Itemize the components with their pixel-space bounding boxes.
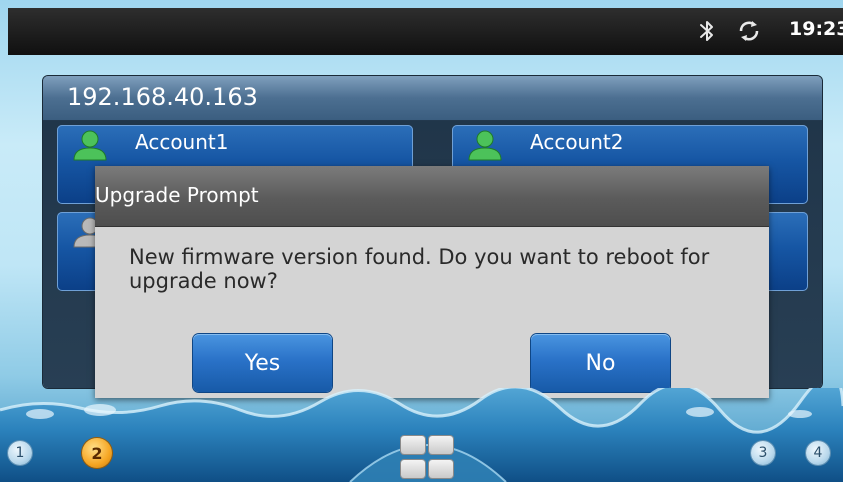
server-address: 192.168.40.163 bbox=[67, 83, 258, 111]
page-indicator-3[interactable]: 3 bbox=[751, 441, 775, 465]
upgrade-dialog: Upgrade Prompt New firmware version foun… bbox=[95, 166, 769, 398]
person-icon bbox=[73, 130, 107, 161]
person-icon bbox=[468, 130, 502, 161]
status-clock: 19:23 bbox=[789, 18, 843, 40]
no-button[interactable]: No bbox=[531, 334, 670, 392]
dialog-body: New firmware version found. Do you want … bbox=[95, 227, 769, 398]
yes-button[interactable]: Yes bbox=[193, 334, 332, 392]
page-indicator-1[interactable]: 1 bbox=[8, 441, 32, 465]
account-label: Account2 bbox=[530, 130, 624, 154]
dialog-titlebar: Upgrade Prompt bbox=[95, 166, 769, 227]
phone-screen: 19:23 192.168.40.163 Account1 Account2 U… bbox=[0, 0, 843, 482]
sync-icon bbox=[739, 21, 759, 41]
status-bar: 19:23 bbox=[8, 8, 843, 55]
account-label: Account1 bbox=[135, 130, 229, 154]
dialog-title: Upgrade Prompt bbox=[95, 183, 259, 207]
app-grid-icon[interactable] bbox=[399, 434, 457, 482]
panel-header: 192.168.40.163 bbox=[43, 76, 822, 121]
bluetooth-icon bbox=[700, 21, 713, 41]
page-indicator-4[interactable]: 4 bbox=[806, 441, 830, 465]
dialog-message: New firmware version found. Do you want … bbox=[129, 245, 710, 293]
page-indicator-2[interactable]: 2 bbox=[82, 438, 112, 468]
